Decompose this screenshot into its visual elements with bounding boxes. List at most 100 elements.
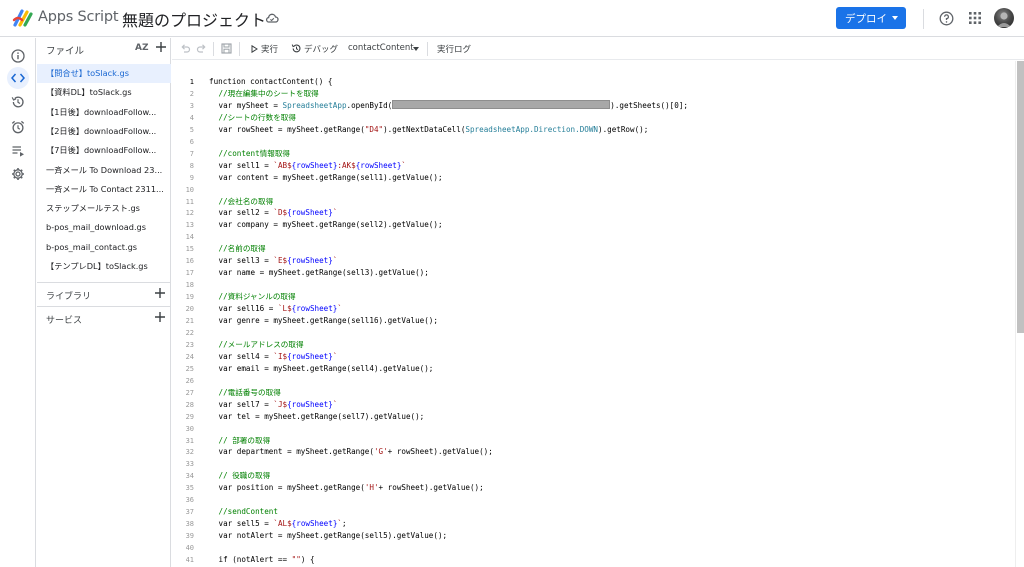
top-bar: Apps Script 無題のプロジェクト デプロイ <box>0 0 1024 37</box>
add-library-icon[interactable] <box>154 287 166 299</box>
project-title[interactable]: 無題のプロジェクト <box>122 7 266 31</box>
debug-label: デバッグ <box>304 45 339 55</box>
file-item[interactable]: ステップメールテスト.gs <box>37 199 171 218</box>
line-number: 10 <box>185 185 194 194</box>
executions-button[interactable] <box>9 142 27 160</box>
file-item[interactable]: 一斉メール To Contact 2311... <box>37 180 171 199</box>
line-number: 11 <box>185 197 194 206</box>
play-icon <box>251 45 258 53</box>
line-number: 14 <box>185 233 194 242</box>
debug-icon <box>291 44 301 53</box>
code-line: var rowSheet = mySheet.getRange("D4").ge… <box>218 124 649 134</box>
triggers-button[interactable] <box>9 118 27 136</box>
line-number: 18 <box>185 281 194 290</box>
line-number: 33 <box>185 460 194 469</box>
redo-icon[interactable] <box>196 43 207 54</box>
project-settings-button[interactable] <box>9 165 27 183</box>
line-number: 24 <box>185 352 194 361</box>
left-nav-rail <box>0 38 36 567</box>
services-section: サービス <box>37 306 171 328</box>
line-number: 16 <box>185 257 194 266</box>
function-select[interactable]: contactContent <box>348 38 422 60</box>
code-line: // 部署の取得 <box>218 435 271 445</box>
file-item[interactable]: 【テンプレDL】toSlack.gs <box>37 257 171 276</box>
editor-button[interactable] <box>7 67 29 89</box>
chevron-down-icon[interactable] <box>413 47 419 51</box>
apps-script-logo-icon[interactable] <box>12 8 34 28</box>
line-number: 41 <box>185 556 194 564</box>
add-file-icon[interactable] <box>155 41 167 53</box>
code-line: var genre = mySheet.getRange(sell16).get… <box>218 316 438 325</box>
code-line: //資料ジャンルの取得 <box>218 292 296 302</box>
files-header: ファイル AZ <box>37 38 171 60</box>
code-line: var company = mySheet.getRange(sell2).ge… <box>218 220 443 230</box>
libraries-section: ライブラリ <box>37 282 171 304</box>
code-line: var department = mySheet.getRange('G'+ r… <box>218 447 493 457</box>
file-item[interactable]: 【1日後】downloadFollow... <box>37 103 171 122</box>
line-number: 9 <box>189 173 194 182</box>
line-number: 1 <box>189 78 194 86</box>
help-icon[interactable] <box>939 11 954 26</box>
line-number: 27 <box>185 388 194 397</box>
code-line: var sell4 = `I${rowSheet}` <box>218 351 338 361</box>
redacted-spreadsheet-id <box>392 99 611 109</box>
code-line: var name = mySheet.getRange(sell3).getVa… <box>218 268 429 278</box>
line-number: 36 <box>185 496 194 505</box>
line-number: 38 <box>185 520 194 529</box>
line-number: 13 <box>185 221 194 230</box>
run-button[interactable]: 実行 <box>251 38 283 60</box>
line-number: 21 <box>185 317 194 325</box>
google-apps-icon[interactable] <box>969 12 981 24</box>
line-number: 19 <box>185 293 194 302</box>
toolbar-divider <box>213 42 214 56</box>
line-number: 28 <box>185 400 194 409</box>
overview-button[interactable] <box>9 47 27 65</box>
line-number: 30 <box>185 424 194 433</box>
vertical-scrollbar[interactable] <box>1015 61 1024 567</box>
scrollbar-thumb[interactable] <box>1017 61 1024 333</box>
executions-icon <box>12 146 24 157</box>
code-line: var position = mySheet.getRange('H'+ row… <box>218 483 484 493</box>
file-item[interactable]: b-pos_mail_contact.gs <box>37 238 171 257</box>
line-number: 23 <box>185 340 194 349</box>
file-item[interactable]: b-pos_mail_download.gs <box>37 218 171 237</box>
code-line: //会社名の取得 <box>218 196 274 206</box>
line-number: 26 <box>185 376 194 385</box>
line-number: 35 <box>185 484 194 493</box>
file-item[interactable]: 【7日後】downloadFollow... <box>37 141 171 160</box>
sort-az-icon[interactable]: AZ <box>135 43 149 53</box>
save-icon[interactable] <box>221 43 232 54</box>
code-line: var content = mySheet.getRange(sell1).ge… <box>218 172 443 182</box>
code-editor[interactable]: 1 2 3 4 5 6 7 8 9 10 11 12 13 14 15 16 17 18 19 20 21 22 23 24 2… <box>172 61 1024 567</box>
file-item[interactable]: 【2日後】downloadFollow... <box>37 122 171 141</box>
line-number: 3 <box>189 101 194 110</box>
alarm-icon <box>11 120 25 134</box>
user-avatar[interactable] <box>994 8 1014 28</box>
file-item[interactable]: 一斉メール To Download 23... <box>37 161 171 180</box>
execution-log-button[interactable]: 実行ログ <box>437 38 477 60</box>
line-number: 25 <box>185 364 194 373</box>
code-line: var sell3 = `E${rowSheet}` <box>218 256 338 266</box>
code-icon <box>11 73 25 83</box>
undo-icon[interactable] <box>180 43 191 54</box>
files-panel: ファイル AZ 【問合せ】toSlack.gs 【資料DL】toSlack.gs 【… <box>37 38 171 567</box>
code-line: var sell5 = `AL${rowSheet}`; <box>218 519 347 529</box>
line-number: 12 <box>185 209 194 218</box>
info-icon <box>11 49 25 63</box>
run-label: 実行 <box>261 45 279 55</box>
app-name: Apps Script <box>38 9 119 25</box>
settings-icon <box>12 168 24 180</box>
code-line: // 役職の取得 <box>218 471 271 481</box>
file-item[interactable]: 【資料DL】toSlack.gs <box>37 83 171 102</box>
line-number: 31 <box>185 436 194 445</box>
debug-button[interactable]: デバッグ <box>291 38 341 60</box>
triggers-history-button[interactable] <box>9 93 27 111</box>
deploy-button[interactable]: デプロイ <box>836 7 906 29</box>
file-item[interactable]: 【問合せ】toSlack.gs <box>37 64 171 83</box>
code-line: //電話番号の取得 <box>218 387 281 397</box>
line-number: 4 <box>189 113 194 122</box>
add-service-icon[interactable] <box>154 311 166 323</box>
services-label: サービス <box>46 316 83 326</box>
line-number: 29 <box>185 412 194 421</box>
line-number: 39 <box>185 532 194 541</box>
